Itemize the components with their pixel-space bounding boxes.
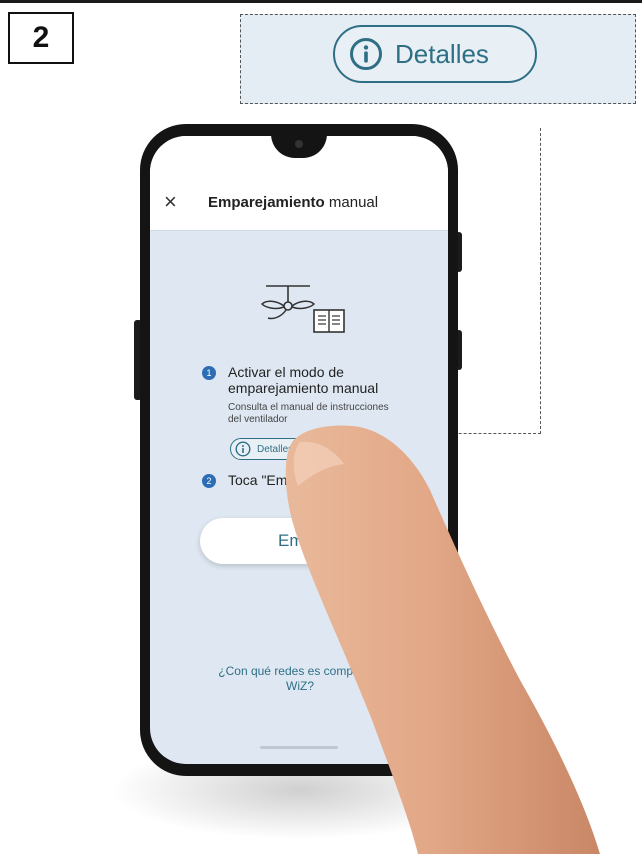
phone-screen: × Emparejamiento manual 1 Activar el mod… <box>150 136 448 764</box>
details-button[interactable]: Detalles <box>230 438 312 460</box>
page-title: Emparejamiento manual <box>208 194 378 211</box>
step-1-title: Activar el modo de emparejamiento manual <box>228 364 379 396</box>
step-2-badge: 2 <box>202 474 216 488</box>
details-label: Detalles <box>257 443 294 455</box>
close-icon[interactable]: × <box>164 191 177 213</box>
details-callout: Detalles <box>240 14 636 104</box>
top-rule <box>0 0 642 3</box>
step-number-box: 2 <box>8 12 74 64</box>
compatible-networks-link[interactable]: ¿Con qué redes es compatible WiZ? <box>210 664 390 694</box>
step-1-badge: 1 <box>202 366 216 380</box>
info-icon <box>350 38 382 70</box>
details-button-zoomed[interactable]: Detalles <box>333 25 537 83</box>
page-title-rest: manual <box>324 194 379 211</box>
step-1-subtitle: Consulta el manual de instrucciones del … <box>228 402 389 425</box>
step-number: 2 <box>32 21 50 54</box>
camera-dot <box>295 140 303 148</box>
callout-leader-line <box>540 128 541 434</box>
home-indicator <box>260 746 338 749</box>
ceiling-fan-manual-icon <box>260 285 345 333</box>
phone: × Emparejamiento manual 1 Activar el mod… <box>140 124 458 776</box>
step-2-title: Toca "Empezar" <box>228 472 328 488</box>
start-button[interactable]: Empezar <box>200 518 424 564</box>
info-icon <box>235 441 251 457</box>
page-title-bold: Emparejamiento <box>208 194 325 211</box>
details-label-zoomed: Detalles <box>395 38 489 69</box>
